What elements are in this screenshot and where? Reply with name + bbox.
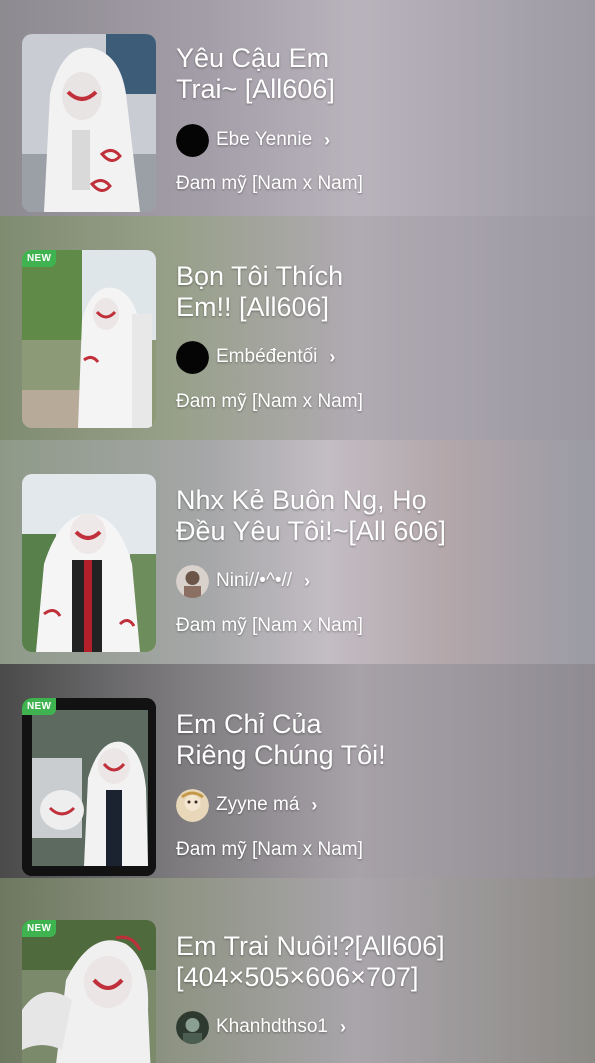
story-title[interactable]: Bọn Tôi Thích Em!! [All606] — [176, 261, 506, 323]
new-badge: NEW — [22, 920, 57, 937]
new-badge: NEW — [22, 250, 57, 267]
story-list: Yêu Cậu Em Trai~ [All606] Ebe Yennie › Đ… — [0, 0, 595, 1063]
author-name: Embéđentối — [216, 346, 318, 367]
author-avatar — [176, 788, 209, 822]
story-card[interactable]: Nhx Kẻ Buôn Ng, Họ Đều Yêu Tôi!~[All 606… — [0, 440, 595, 664]
cover-image — [22, 698, 156, 876]
chevron-right-icon: › — [311, 794, 318, 815]
story-title[interactable]: Em Chỉ Của Riêng Chúng Tôi! — [176, 709, 506, 771]
author-link[interactable]: Embéđentối › — [176, 340, 335, 374]
author-avatar — [176, 340, 209, 374]
chevron-right-icon: › — [329, 346, 336, 367]
author-name: Ebe Yennie — [216, 129, 313, 150]
story-genre: Đam mỹ [Nam x Nam] — [176, 173, 363, 194]
author-link[interactable]: Zyyne má › — [176, 788, 317, 822]
story-genre: Đam mỹ [Nam x Nam] — [176, 615, 363, 636]
chevron-right-icon: › — [324, 129, 331, 150]
author-name: Zyyne má — [216, 794, 300, 815]
cover-image — [22, 34, 156, 212]
story-genre: Đam mỹ [Nam x Nam] — [176, 839, 363, 860]
author-link[interactable]: Khanhdthso1 › — [176, 1010, 346, 1044]
author-avatar — [176, 123, 209, 157]
story-card[interactable]: Yêu Cậu Em Trai~ [All606] Ebe Yennie › Đ… — [0, 0, 595, 216]
story-card[interactable]: NEW Em Trai Nuôi!?[All606] [404×505×606×… — [0, 878, 595, 1063]
cover-image — [22, 250, 156, 428]
story-cover[interactable]: NEW — [22, 698, 156, 876]
author-link[interactable]: Nini//•^•// › — [176, 564, 310, 598]
story-title[interactable]: Yêu Cậu Em Trai~ [All606] — [176, 43, 506, 105]
story-cover[interactable] — [22, 34, 156, 212]
story-card[interactable]: NEW Em Chỉ Của Riêng Chúng Tôi! Zyyne má… — [0, 664, 595, 878]
author-avatar — [176, 564, 209, 598]
story-title[interactable]: Em Trai Nuôi!?[All606] [404×505×606×707] — [176, 931, 506, 993]
story-cover[interactable]: NEW — [22, 250, 156, 428]
cover-image — [22, 920, 156, 1063]
story-card[interactable]: NEW Bọn Tôi Thích Em!! [All606] Embéđent… — [0, 216, 595, 440]
chevron-right-icon: › — [340, 1016, 346, 1037]
author-link[interactable]: Ebe Yennie › — [176, 123, 330, 157]
story-title[interactable]: Nhx Kẻ Buôn Ng, Họ Đều Yêu Tôi!~[All 606… — [176, 485, 506, 547]
author-name: Khanhdthso1 — [216, 1016, 328, 1037]
story-cover[interactable] — [22, 474, 156, 652]
new-badge: NEW — [22, 698, 57, 715]
chevron-right-icon: › — [304, 570, 311, 591]
cover-image — [22, 474, 156, 652]
author-name: Nini//•^•// — [216, 570, 293, 591]
story-genre: Đam mỹ [Nam x Nam] — [176, 391, 363, 412]
author-avatar — [176, 1010, 209, 1044]
story-cover[interactable]: NEW — [22, 920, 156, 1063]
